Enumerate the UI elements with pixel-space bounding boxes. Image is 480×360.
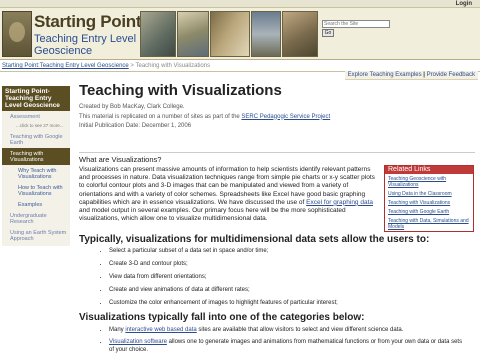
sidebar-item-examples[interactable]: Examples [2, 199, 70, 210]
site-subtitle-line1[interactable]: Teaching Entry Level [34, 33, 136, 45]
login-link[interactable]: Login [456, 0, 472, 8]
intro-text-b: and model output in several examples. Ou… [79, 207, 346, 223]
categories-list: Many interactive web based data sites ar… [103, 326, 463, 358]
list-item: Create 3-D and contour plots; [109, 260, 463, 268]
site-title[interactable]: Starting Point [34, 12, 142, 32]
cat1-suffix: sites are available that allow visitors … [196, 327, 404, 333]
breadcrumb-parent-link[interactable]: Starting Point:Teaching Entry Level Geos… [2, 63, 129, 69]
list-item: Many interactive web based data sites ar… [109, 326, 463, 334]
site-banner: Starting Point Teaching Entry Level Geos… [0, 8, 480, 60]
banner-photo-1 [140, 11, 176, 57]
banner-photo-3 [210, 11, 250, 57]
provide-feedback-link[interactable]: Provide Feedback [427, 72, 475, 78]
related-link-google-earth[interactable]: Teaching with Google Earth [385, 207, 473, 216]
search-go-button[interactable]: Go [322, 29, 334, 37]
list-item: View data from different orientations; [109, 273, 463, 281]
top-links: Explore Teaching Examples | Provide Feed… [344, 71, 478, 80]
related-link-geoscience-visualizations[interactable]: Teaching Geoscience with Visualizations [385, 174, 473, 189]
excel-graphing-link[interactable]: Excel for graphing data [306, 199, 373, 206]
interactive-data-link[interactable]: interactive web based data [125, 327, 196, 333]
section-heading-what: What are Visualizations? [79, 152, 475, 164]
visualization-software-link[interactable]: Visualization software [109, 339, 167, 345]
list-item: Create and view animations of data at di… [109, 286, 463, 294]
list-item: Select a particular subset of a data set… [109, 247, 463, 255]
breadcrumb-current: Teaching with Visualizations [135, 63, 211, 69]
banner-photo-2 [177, 11, 209, 57]
sidebar-item-visualizations[interactable]: Teaching with Visualizations [2, 148, 70, 165]
banner-photo-5 [282, 11, 318, 57]
list-item: Visualization software allows one to gen… [109, 338, 463, 354]
sidebar-item-how-to-teach[interactable]: How to Teach with Visualizations [2, 182, 70, 199]
publication-date: Initial Publication Date: December 1, 20… [79, 123, 192, 129]
capabilities-list: Select a particular subset of a data set… [103, 247, 463, 312]
sidebar-item-google-earth[interactable]: Teaching with Google Earth [2, 131, 70, 148]
related-links-box: Related Links Teaching Geoscience with V… [384, 165, 474, 232]
top-bar: Login [0, 0, 480, 8]
site-subtitle-line2[interactable]: Geoscience [34, 45, 92, 57]
list-item: Customize the color enhancement of image… [109, 299, 463, 307]
banner-photo-4 [251, 11, 281, 57]
sidebar-heading[interactable]: Starting Point-Teaching Entry Level Geos… [2, 86, 70, 111]
sidebar-item-why-teach[interactable]: Why Teach with Visualizations [2, 165, 70, 182]
sidebar-nav: Starting Point-Teaching Entry Level Geos… [2, 86, 70, 246]
search-input[interactable] [322, 20, 390, 28]
sidebar-item-undergrad-research[interactable]: Undergraduate Research [2, 210, 70, 227]
related-link-visualizations[interactable]: Teaching with Visualizations [385, 198, 473, 207]
site-logo-image[interactable] [2, 11, 32, 57]
replicated-text: This material is replicated on a number … [79, 113, 242, 120]
section-heading-typically: Typically, visualizations for multidimen… [79, 234, 430, 245]
explore-examples-link[interactable]: Explore Teaching Examples [348, 72, 422, 78]
sidebar-item-earth-system[interactable]: Using an Earth System Approach [2, 227, 70, 244]
main-content: Teaching with Visualizations Created by … [79, 82, 475, 353]
related-link-data-classroom[interactable]: Using Data in the Classroom [385, 189, 473, 198]
cat1-prefix: Many [109, 327, 126, 333]
intro-paragraph: Visualizations can present massive amoun… [79, 166, 379, 223]
related-links-title: Related Links [385, 166, 473, 174]
sidebar-item-more[interactable]: ...click to see 27 more... [2, 122, 70, 131]
sidebar-item-assessment[interactable]: Assessment [2, 111, 70, 122]
replicated-note: This material is replicated on a number … [79, 113, 475, 123]
serc-link[interactable]: SERC Pedagogic Service Project [241, 114, 330, 120]
created-by: Created by Bob MacKay, Clark College. [79, 104, 185, 110]
section-heading-categories: Visualizations typically fall into one o… [79, 312, 365, 323]
related-link-data-simulations[interactable]: Teaching with Data, Simulations and Mode… [385, 216, 473, 231]
page-title: Teaching with Visualizations [79, 82, 282, 99]
breadcrumb: Starting Point:Teaching Entry Level Geos… [2, 63, 210, 69]
